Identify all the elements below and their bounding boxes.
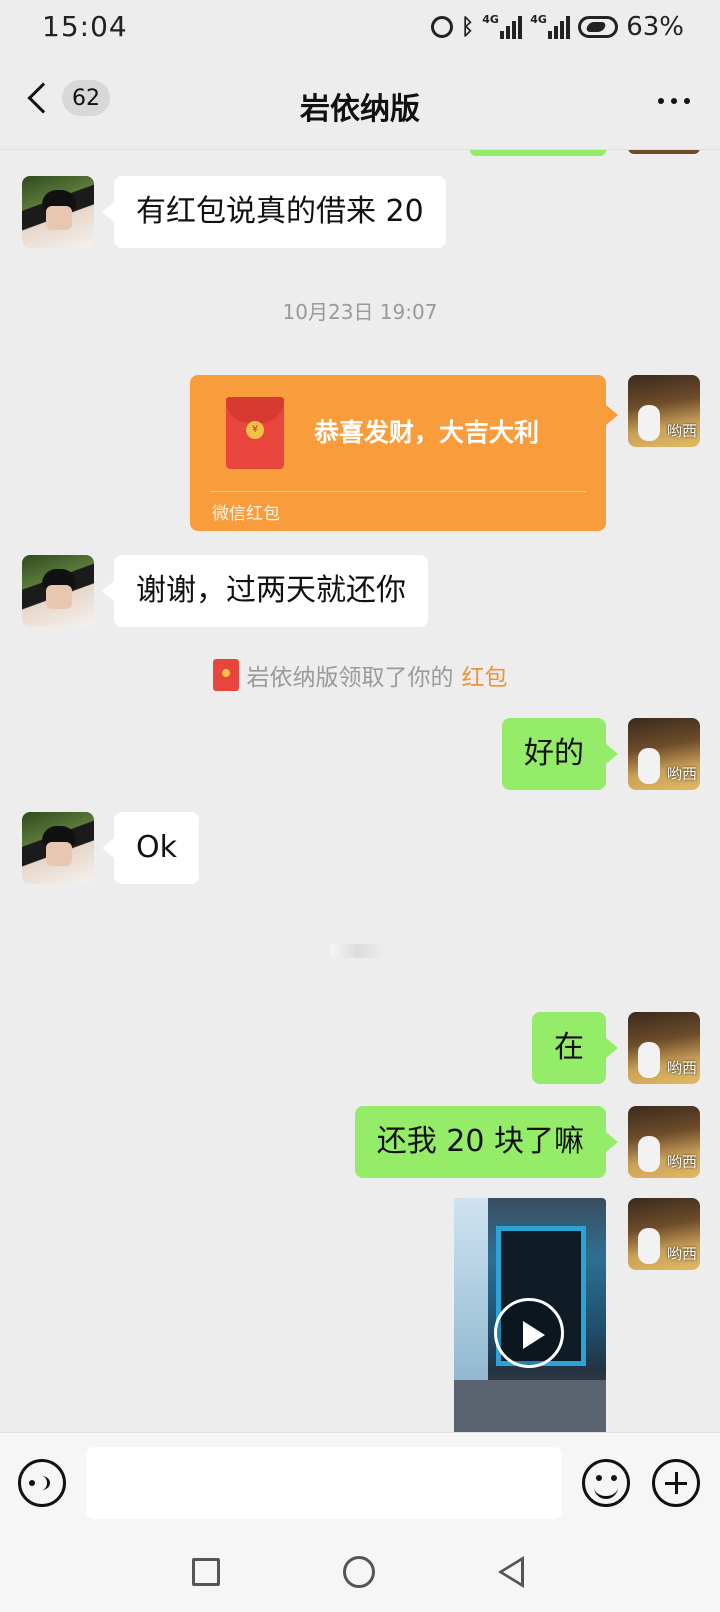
message-bubble-outgoing[interactable]: 还我 20 块了嘛	[354, 1106, 619, 1178]
friend-avatar[interactable]	[22, 555, 94, 627]
message-input-bar	[0, 1432, 720, 1532]
message-list[interactable]: 有红包说真的借来 20 10月23日 19:07 ¥ 恭喜发财，大吉大利 微信红…	[0, 150, 720, 1432]
my-avatar[interactable]: 哟西	[628, 1012, 700, 1084]
red-packet-link[interactable]: 红包	[462, 658, 508, 692]
alarm-icon	[431, 16, 453, 38]
chat-title: 岩依纳版	[300, 92, 420, 127]
recent-apps-button[interactable]	[192, 1558, 220, 1586]
system-back-button[interactable]	[498, 1556, 524, 1588]
status-icons: ᛒ 4G 4G 63%	[431, 12, 684, 42]
status-time: 15:04	[42, 10, 128, 43]
more-dots-icon	[658, 98, 664, 104]
avatar-label: 哟西	[666, 765, 697, 783]
friend-avatar[interactable]	[22, 176, 94, 248]
recalled-message-mark	[330, 944, 384, 958]
partial-outgoing-bubble	[470, 150, 606, 156]
avatar-label: 哟西	[666, 422, 697, 440]
message-input[interactable]	[86, 1447, 562, 1519]
red-packet-small-icon	[212, 659, 239, 691]
chat-header: 62 岩依纳版	[0, 56, 720, 150]
signal-icon-2: 4G	[530, 13, 571, 39]
battery-percent: 63%	[626, 12, 684, 42]
red-packet-message[interactable]: ¥ 恭喜发财，大吉大利 微信红包	[190, 375, 618, 531]
status-bar: 15:04 ᛒ 4G 4G 63%	[0, 0, 720, 56]
network-type-label-2: 4G	[530, 13, 547, 26]
message-timestamp: 10月23日 19:07	[282, 300, 438, 324]
network-type-label: 4G	[482, 13, 499, 26]
red-packet-footer: 微信红包	[212, 504, 280, 524]
battery-icon	[578, 16, 619, 38]
my-avatar[interactable]: 哟西	[628, 375, 700, 447]
more-options-button[interactable]	[658, 98, 690, 104]
friend-avatar[interactable]	[22, 812, 94, 884]
my-avatar[interactable]: 哟西	[628, 1198, 700, 1270]
emoji-button[interactable]	[582, 1459, 630, 1507]
red-packet-icon: ¥	[226, 397, 284, 469]
avatar-label: 哟西	[666, 1153, 697, 1171]
message-bubble-incoming[interactable]: 谢谢，过两天就还你	[102, 555, 428, 627]
video-message[interactable]	[454, 1198, 606, 1432]
avatar-label: 哟西	[666, 1059, 697, 1077]
system-notice: 岩依纳版领取了你的 红包	[0, 658, 720, 692]
signal-icon: 4G	[482, 13, 523, 39]
message-bubble-incoming[interactable]: Ok	[102, 812, 199, 884]
red-packet-title: 恭喜发财，大吉大利	[314, 418, 540, 447]
partial-avatar	[628, 150, 700, 154]
home-button[interactable]	[343, 1556, 375, 1588]
coin-icon: ¥	[246, 421, 264, 439]
message-bubble-outgoing[interactable]: 在	[532, 1012, 618, 1084]
video-frame-wall	[454, 1198, 488, 1388]
more-functions-button[interactable]	[652, 1459, 700, 1507]
bluetooth-icon: ᛒ	[461, 14, 475, 40]
system-navigation-bar	[0, 1532, 720, 1612]
play-icon[interactable]	[494, 1298, 564, 1368]
message-bubble-outgoing[interactable]: 好的	[502, 718, 618, 790]
my-avatar[interactable]: 哟西	[628, 718, 700, 790]
my-avatar[interactable]: 哟西	[628, 1106, 700, 1178]
avatar-label: 哟西	[666, 1245, 697, 1263]
video-frame-floor	[454, 1380, 606, 1432]
red-packet-divider	[210, 491, 586, 492]
message-bubble-incoming[interactable]: 有红包说真的借来 20	[102, 176, 446, 248]
voice-input-button[interactable]	[18, 1459, 66, 1507]
system-notice-text: 岩依纳版领取了你的	[246, 665, 454, 691]
